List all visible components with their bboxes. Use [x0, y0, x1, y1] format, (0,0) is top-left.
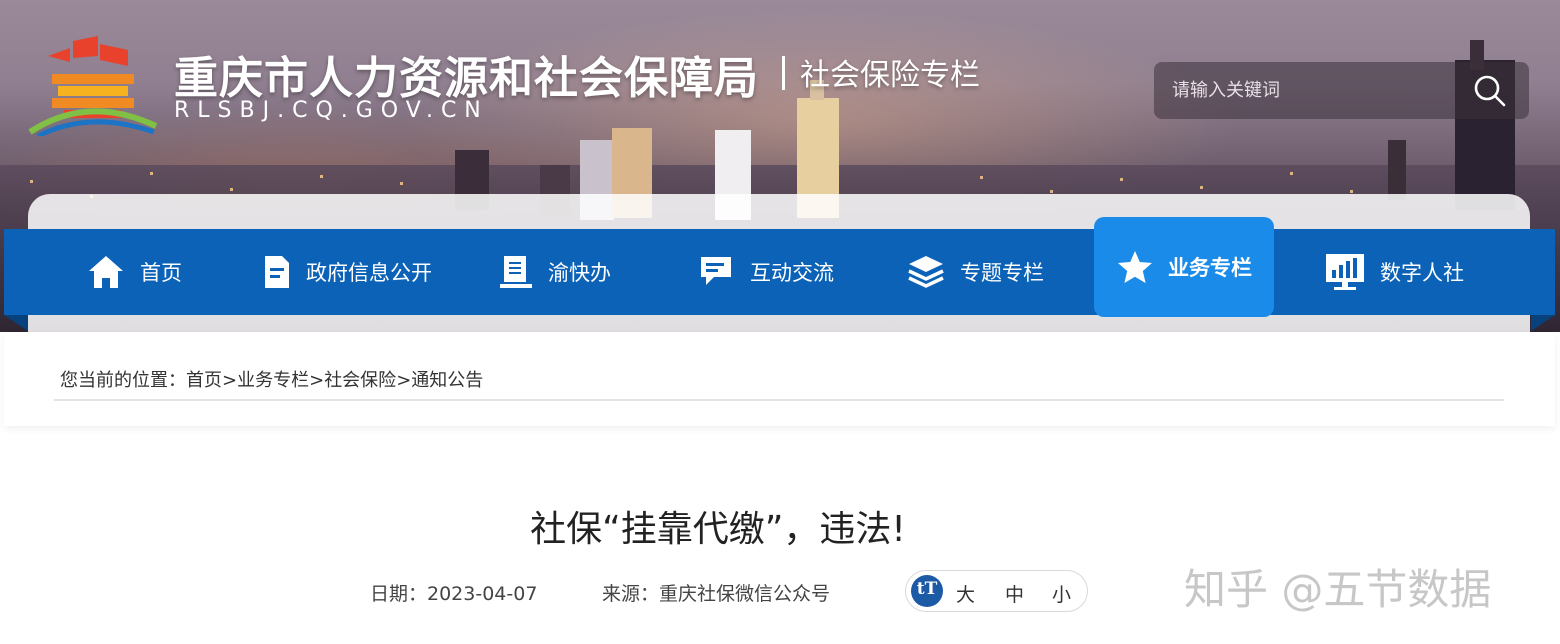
search-icon[interactable] — [1473, 74, 1507, 108]
home-icon — [89, 256, 123, 288]
breadcrumb-separator: > — [396, 370, 412, 391]
title-divider — [782, 56, 785, 90]
font-size-medium[interactable]: 中 — [1005, 580, 1024, 607]
zhihu-watermark: 知乎 @五节数据 — [1184, 565, 1492, 614]
font-size-icon-label: tT — [916, 579, 938, 599]
nav-item-label: 互动交流 — [750, 261, 834, 285]
nav-item-business[interactable]: 业务专栏 — [1094, 217, 1274, 317]
nav-item-interaction[interactable]: 互动交流 — [698, 229, 834, 315]
nav-item-label: 首页 — [140, 261, 182, 285]
site-title: 重庆市人力资源和社会保障局 — [174, 53, 759, 104]
nav-item-label: 数字人社 — [1380, 261, 1464, 285]
breadcrumb-separator: > — [309, 370, 325, 391]
nav-item-home[interactable]: 首页 — [86, 229, 182, 315]
font-size-icon: tT — [911, 575, 943, 607]
font-size-large[interactable]: 大 — [956, 580, 975, 607]
breadcrumb-link-notices[interactable]: 通知公告 — [411, 370, 483, 391]
nav-item-digital-hr[interactable]: 数字人社 — [1324, 229, 1464, 315]
nav-item-label: 专题专栏 — [960, 261, 1044, 285]
breadcrumb-link-business[interactable]: 业务专栏 — [237, 370, 309, 391]
font-size-small[interactable]: 小 — [1052, 580, 1071, 607]
nav-fold-left — [4, 315, 28, 331]
nav-item-label: 渝快办 — [548, 261, 611, 285]
article-date: 日期：2023-04-07 — [370, 583, 538, 605]
form-icon — [500, 256, 532, 288]
article-source: 来源：重庆社保微信公众号 — [602, 583, 831, 605]
breadcrumb-link-home[interactable]: 首页 — [186, 370, 222, 391]
breadcrumb: 您当前的位置：首页>业务专栏>社会保险>通知公告 — [60, 366, 483, 392]
document-icon — [265, 256, 289, 288]
monitor-chart-icon — [1326, 254, 1364, 290]
breadcrumb-divider — [54, 399, 1504, 401]
main-nav: 首页 政府信息公开 渝快办 互动交流 专题专栏 业务专栏 数字人社 — [4, 217, 1555, 317]
nav-item-yukuaiban[interactable]: 渝快办 — [498, 229, 611, 315]
breadcrumb-prefix: 您当前的位置： — [60, 370, 186, 391]
site-domain: RLSBJ.CQ.GOV.CN — [174, 98, 489, 123]
chat-icon — [701, 257, 731, 285]
nav-item-topics[interactable]: 专题专栏 — [906, 229, 1044, 315]
breadcrumb-separator: > — [222, 370, 238, 391]
nav-fold-right — [1531, 315, 1555, 331]
nav-item-label: 业务专栏 — [1168, 256, 1252, 280]
layers-icon — [908, 256, 944, 288]
site-subtitle: 社会保险专栏 — [800, 58, 980, 93]
star-icon — [1118, 251, 1152, 283]
breadcrumb-link-social-insurance[interactable]: 社会保险 — [324, 370, 396, 391]
nav-item-government-info[interactable]: 政府信息公开 — [262, 229, 432, 315]
search-input[interactable] — [1154, 62, 1454, 119]
article-title: 社保“挂靠代缴”，违法! — [530, 509, 906, 550]
search-box — [1154, 62, 1529, 119]
font-size-switcher: tT 大 中 小 — [905, 570, 1088, 612]
bureau-logo — [28, 36, 158, 136]
nav-item-label: 政府信息公开 — [306, 261, 432, 285]
